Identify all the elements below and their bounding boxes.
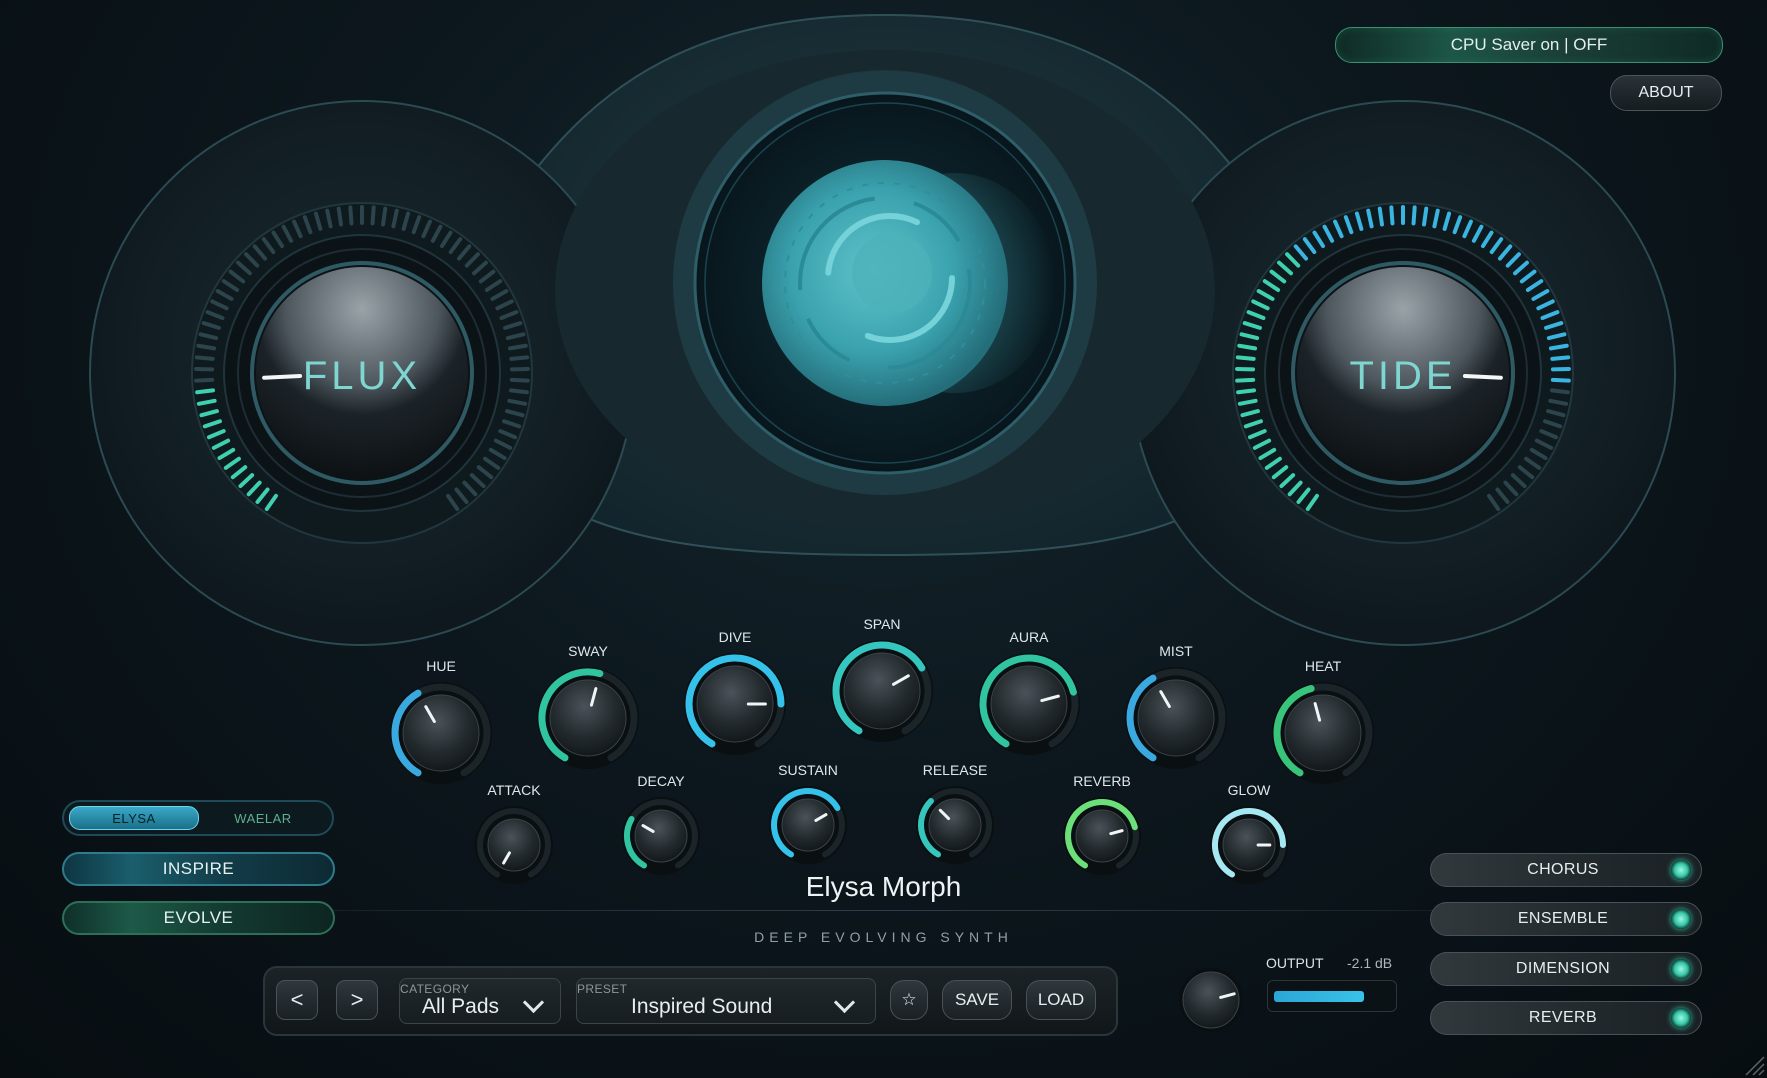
macro-tick [1548,343,1569,351]
center-visualizer [673,71,1097,495]
macro-label: FLUX [303,354,421,398]
macro-tick [509,377,530,383]
preset-title: Elysa Morph [805,871,962,902]
fx-status-led [1671,860,1691,880]
fx-status-led [1671,959,1691,979]
macro-tick [1549,388,1570,395]
tide-macro-knob[interactable]: TIDE [1203,163,1603,583]
macro-tick [1550,377,1571,383]
macro-tick [1411,205,1417,226]
previous-preset-button[interactable]: < [276,980,318,1020]
macro-tick [348,205,354,226]
macro-tick [1377,206,1384,227]
category-value: All Pads [422,995,500,1018]
macro-tick [1550,355,1571,361]
fx-label: ENSEMBLE [1517,910,1609,927]
fx-status-led [1671,909,1691,929]
fx-reverb-toggle[interactable]: REVERB [1430,1001,1702,1035]
category-caption: CATEGORY [400,982,470,996]
resize-grip-icon[interactable] [1742,1053,1766,1077]
fx-ensemble-toggle[interactable]: ENSEMBLE [1430,902,1702,936]
engine-option-waelar[interactable]: WAELAR [199,807,327,829]
preset-value: Inspired Sound [631,995,773,1018]
macro-tick [1422,206,1429,227]
fx-label: REVERB [1528,1009,1598,1026]
synth-plugin-window: FLUX TIDE HUE SWAY DIVE SPAN AURA MIST HEAT ATT… [0,0,1767,1078]
knob-cap [1182,971,1240,1029]
favorite-star-icon[interactable]: ☆ [890,980,928,1020]
macro-tick [381,206,388,227]
macro-tick [1236,388,1257,395]
macro-tick [370,205,376,226]
chevron-down-icon [833,991,856,1014]
output-volume-knob[interactable] [1176,965,1246,1035]
preset-caption: PRESET [577,982,628,996]
macro-tick [1389,205,1395,226]
macro-tick [194,377,215,383]
macro-indicator [1462,374,1503,380]
macro-indicator [262,374,303,380]
macro-tick [196,343,217,351]
macro-tick [336,206,343,227]
macro-tick [507,343,528,351]
about-button[interactable]: ABOUT [1610,75,1722,111]
next-preset-button[interactable]: > [336,980,378,1020]
output-db-readout: -2.1 dB [1347,955,1393,971]
fx-dimension-toggle[interactable]: DIMENSION [1430,952,1702,986]
fx-status-led [1671,1008,1691,1028]
macro-tick [195,388,216,395]
inspire-button[interactable]: INSPIRE [62,852,335,886]
fx-label: CHORUS [1527,861,1599,878]
preset-dropdown[interactable]: PRESET Inspired Sound [576,978,876,1024]
macro-tick [1237,343,1258,351]
output-level-meter [1267,980,1397,1012]
evolve-button[interactable]: EVOLVE [62,901,335,935]
flux-macro-knob[interactable]: FLUX [162,163,562,583]
chevron-down-icon [522,991,545,1014]
output-level-fill [1274,991,1365,1002]
macro-tick [194,355,215,361]
macro-tick [1235,377,1256,383]
macro-label: TIDE [1349,354,1456,398]
macro-tick [509,355,530,361]
save-button[interactable]: SAVE [942,980,1012,1020]
engine-option-elysa[interactable]: ELYSA [69,806,199,830]
fx-label: DIMENSION [1515,960,1611,977]
engine-toggle[interactable]: ELYSA WAELAR [62,800,334,836]
cpu-saver-button[interactable]: CPU Saver on | OFF [1335,27,1723,63]
product-tagline: DEEP EVOLVING SYNTH [754,929,1013,945]
category-dropdown[interactable]: CATEGORY All Pads [399,978,561,1024]
load-button[interactable]: LOAD [1026,980,1096,1020]
output-label: OUTPUT [1266,955,1324,971]
macro-tick [508,388,529,395]
fx-chorus-toggle[interactable]: CHORUS [1430,853,1702,887]
macro-tick [1235,355,1256,361]
